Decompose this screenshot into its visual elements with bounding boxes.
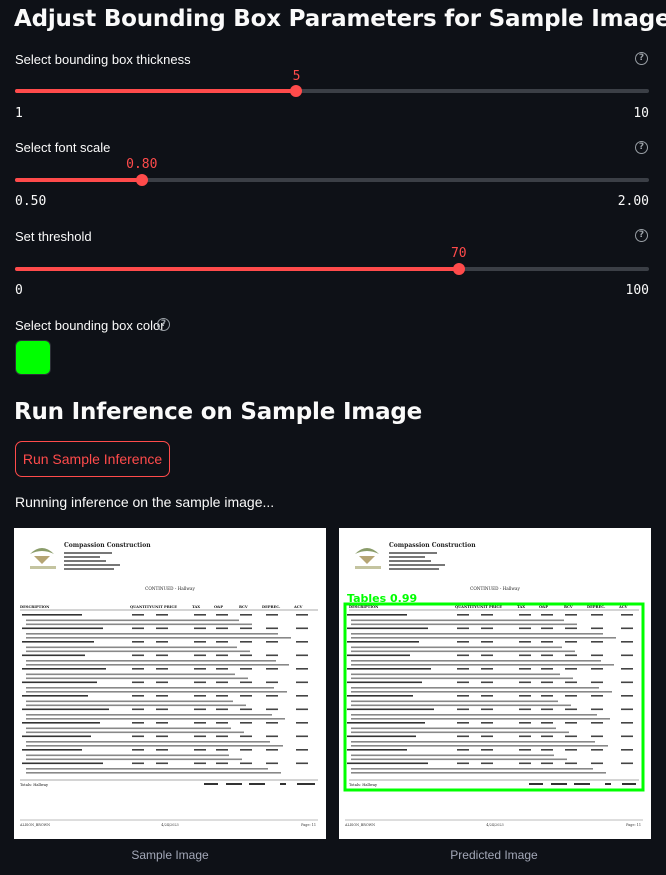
totals-label: Totals: Hallway xyxy=(349,783,378,787)
font-scale-label: Select font scale xyxy=(15,140,111,155)
section-title: CONTINUED - Hallway xyxy=(470,586,520,591)
run-heading: Run Inference on Sample Image xyxy=(14,399,423,425)
svg-text:DEPREC.: DEPREC. xyxy=(262,605,280,609)
font-scale-value: 0.80 xyxy=(126,157,158,172)
table-header: DESCRIPTION QUANTITY UNIT PRICE TAX O&P … xyxy=(20,605,303,609)
threshold-slider-fill xyxy=(15,267,459,271)
status-text: Running inference on the sample image... xyxy=(15,494,275,510)
svg-text:DESCRIPTION: DESCRIPTION xyxy=(20,605,50,609)
question-circle-icon[interactable]: ? xyxy=(157,318,170,331)
thickness-slider[interactable] xyxy=(15,85,649,97)
thickness-value: 5 xyxy=(292,69,301,84)
sample-document-svg: Compassion Construction CONTINUED - Hall… xyxy=(19,542,318,827)
footer-date: 4/24/2023 xyxy=(161,823,178,827)
font-scale-slider-fill xyxy=(15,178,142,182)
company-name: Compassion Construction xyxy=(389,542,476,549)
footer-page: Page: 11 xyxy=(626,823,641,827)
predicted-image-caption: Predicted Image xyxy=(450,848,538,862)
predicted-document-svg: Compassion Construction CONTINUED - Hall… xyxy=(343,542,645,827)
adjust-heading: Adjust Bounding Box Parameters for Sampl… xyxy=(14,6,666,32)
thickness-slider-fill xyxy=(15,89,297,93)
predicted-image: Compassion Construction CONTINUED - Hall… xyxy=(339,528,651,839)
threshold-slider-thumb[interactable] xyxy=(452,263,465,275)
company-logo xyxy=(30,548,56,569)
threshold-value: 70 xyxy=(450,246,467,261)
company-name: Compassion Construction xyxy=(64,542,151,549)
footer-page: Page: 11 xyxy=(301,823,316,827)
table-header: DESCRIPTION QUANTITY UNIT PRICE TAX O&P … xyxy=(349,605,628,609)
threshold-min: 0 xyxy=(15,283,23,298)
company-address-lines xyxy=(64,552,120,570)
svg-text:TAX: TAX xyxy=(192,605,200,609)
sample-image: Compassion Construction CONTINUED - Hall… xyxy=(14,528,326,839)
svg-text:QUANTITY: QUANTITY xyxy=(130,605,152,609)
svg-text:QUANTITY: QUANTITY xyxy=(455,605,477,609)
table-rows xyxy=(347,614,633,774)
sample-image-caption: Sample Image xyxy=(131,848,209,862)
question-circle-icon[interactable]: ? xyxy=(635,141,648,154)
company-logo xyxy=(355,548,381,569)
section-title: CONTINUED - Hallway xyxy=(145,586,195,591)
threshold-slider[interactable] xyxy=(15,263,649,275)
footer-left: ALISON_BROWN xyxy=(344,823,375,827)
question-circle-icon[interactable]: ? xyxy=(635,52,648,65)
company-address-lines xyxy=(389,552,445,570)
detection-bounding-box xyxy=(343,602,645,792)
thickness-max: 10 xyxy=(633,106,649,121)
run-sample-inference-button[interactable]: Run Sample Inference xyxy=(15,441,170,477)
thickness-slider-thumb[interactable] xyxy=(290,85,303,97)
font-scale-slider[interactable] xyxy=(15,174,649,186)
footer-left: ALISON_BROWN xyxy=(19,823,50,827)
svg-text:UNIT PRICE: UNIT PRICE xyxy=(152,605,177,609)
svg-text:TAX: TAX xyxy=(517,605,525,609)
svg-text:RCV: RCV xyxy=(564,605,573,609)
question-circle-icon[interactable]: ? xyxy=(635,229,648,242)
color-swatch[interactable] xyxy=(15,340,51,375)
totals-values xyxy=(529,783,636,785)
svg-text:DEPREC.: DEPREC. xyxy=(587,605,605,609)
font-scale-slider-thumb[interactable] xyxy=(135,174,148,186)
svg-text:UNIT PRICE: UNIT PRICE xyxy=(477,605,502,609)
font-scale-min: 0.50 xyxy=(15,194,47,209)
threshold-max: 100 xyxy=(625,283,649,298)
totals-label: Totals: Hallway xyxy=(20,783,49,787)
footer-date: 4/24/2023 xyxy=(486,823,503,827)
svg-text:RCV: RCV xyxy=(239,605,248,609)
color-label: Select bounding box color xyxy=(15,318,165,333)
table-rows xyxy=(22,614,308,774)
threshold-label: Set threshold xyxy=(15,229,92,244)
svg-text:O&P: O&P xyxy=(539,605,548,609)
svg-text:ACV: ACV xyxy=(293,605,303,609)
svg-text:DESCRIPTION: DESCRIPTION xyxy=(349,605,379,609)
thickness-min: 1 xyxy=(15,106,23,121)
totals-values xyxy=(204,783,315,785)
svg-text:ACV: ACV xyxy=(618,605,628,609)
font-scale-max: 2.00 xyxy=(617,194,649,209)
thickness-label: Select bounding box thickness xyxy=(15,52,191,67)
svg-text:O&P: O&P xyxy=(214,605,223,609)
